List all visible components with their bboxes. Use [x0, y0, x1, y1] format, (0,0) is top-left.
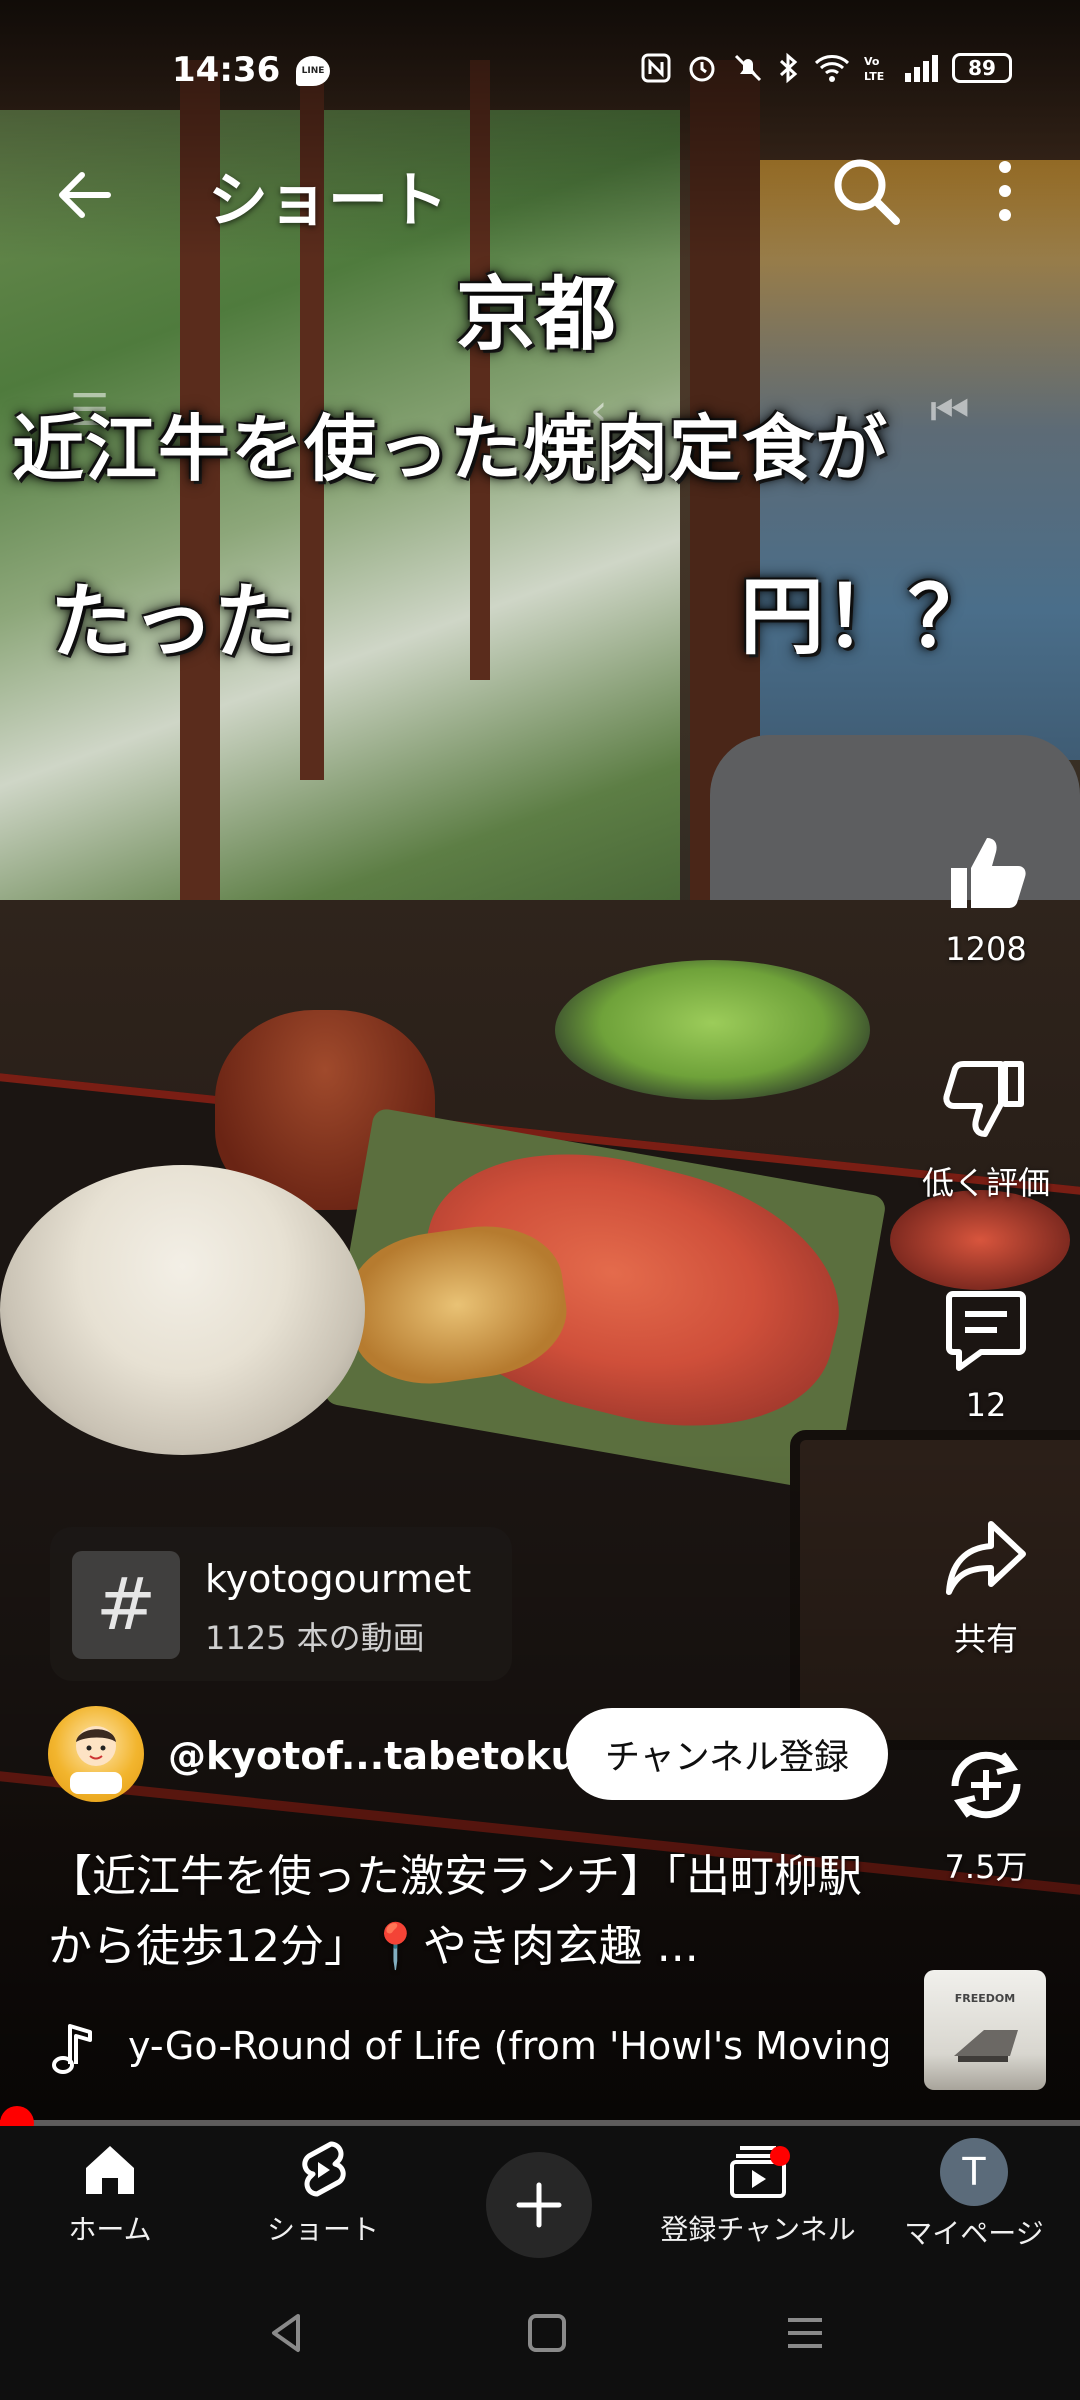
share-arrow-icon: [946, 1521, 1026, 1595]
ghost-skip-icon: ⏮: [930, 385, 970, 436]
battery-icon: 89: [952, 53, 1012, 83]
nav-mypage[interactable]: T マイページ: [894, 2138, 1054, 2252]
nav-subscriptions-label: 登録チャンネル: [660, 2213, 856, 2246]
bluetooth-icon: [779, 52, 798, 84]
remix-icon: [951, 1751, 1021, 1819]
comments-button[interactable]: 12: [906, 1284, 1066, 1424]
nav-home[interactable]: ホーム: [40, 2138, 180, 2248]
video-caption-price: 円！？: [740, 567, 993, 666]
status-bar: 14:36 LINE Vo LTE 89: [0, 0, 1080, 120]
alarm-icon: [689, 56, 715, 82]
shorts-icon: [302, 2141, 346, 2197]
dislike-button[interactable]: 低く評価: [906, 1056, 1066, 1204]
profile-avatar: T: [940, 2138, 1008, 2206]
video-description[interactable]: 【近江牛を使った激安ランチ】「出町柳駅から徒歩12分」📍やき肉玄趣 ...: [48, 1842, 888, 1982]
new-content-dot: [770, 2146, 790, 2166]
thumbs-down-icon: [943, 1061, 1024, 1137]
hashtag-video-count: 1125 本の動画: [205, 1619, 425, 1657]
svg-text:LTE: LTE: [864, 70, 884, 83]
music-title[interactable]: y-Go-Round of Life (from 'Howl's Moving: [128, 2024, 888, 2068]
system-recents-icon[interactable]: [780, 2308, 830, 2358]
nfc-icon: [641, 53, 671, 83]
share-button[interactable]: 共有: [906, 1512, 1066, 1660]
kimchi-dish: [890, 1190, 1070, 1290]
system-navigation-bar: [0, 2266, 1080, 2400]
remix-button[interactable]: 7.5万: [906, 1740, 1066, 1888]
bottom-navigation: ホーム ショート 登録チャンネル T マイページ: [0, 2126, 1080, 2266]
video-caption-only: たった: [50, 574, 297, 670]
plus-icon: [516, 2182, 562, 2228]
wifi-icon: [814, 55, 850, 82]
music-note-icon: [52, 2024, 92, 2074]
like-count: 1208: [945, 930, 1027, 968]
remix-count: 7.5万: [944, 1848, 1028, 1886]
salad-bowl: [555, 960, 870, 1100]
battery-level: 89: [968, 56, 996, 80]
mute-icon: [734, 54, 762, 82]
nav-subscriptions[interactable]: 登録チャンネル: [648, 2138, 868, 2248]
video-caption-city: 京都: [456, 267, 616, 361]
nav-shorts-label: ショート: [266, 2213, 379, 2246]
nav-shorts[interactable]: ショート: [248, 2138, 398, 2248]
hashtag-icon: #: [72, 1551, 180, 1659]
search-icon[interactable]: [830, 155, 902, 227]
avatar-illustration-icon: [70, 1726, 122, 1794]
svg-text:Vo: Vo: [864, 55, 880, 68]
subscribe-button[interactable]: チャンネル登録: [566, 1708, 888, 1800]
more-vert-icon[interactable]: [990, 155, 1020, 227]
piano-icon: [954, 2030, 1018, 2062]
hashtag-name: kyotogourmet: [205, 1557, 472, 1601]
signal-icon: [905, 55, 938, 82]
thumbs-up-icon: [951, 838, 1026, 908]
volte-icon: Vo LTE: [864, 55, 884, 83]
channel-handle[interactable]: @kyotof...tabetoku: [168, 1734, 578, 1778]
system-back-icon[interactable]: [262, 2308, 312, 2358]
page-title: ショート: [208, 166, 448, 236]
nav-home-label: ホーム: [68, 2213, 152, 2246]
hashtag-card[interactable]: # kyotogourmet 1125 本の動画: [50, 1527, 512, 1681]
album-thumbnail[interactable]: FREEDOM: [924, 1970, 1046, 2090]
create-button[interactable]: [486, 2152, 592, 2258]
status-time: 14:36: [172, 50, 281, 90]
status-icons: Vo LTE 89: [640, 52, 1012, 84]
comment-count: 12: [965, 1386, 1007, 1424]
video-caption-headline: 近江牛を使った焼肉定食が: [12, 406, 889, 491]
share-label: 共有: [953, 1620, 1018, 1658]
like-button[interactable]: 1208: [906, 828, 1066, 968]
system-home-icon[interactable]: [522, 2308, 572, 2358]
line-notification-icon: LINE: [296, 56, 330, 86]
back-arrow-icon[interactable]: [50, 160, 120, 230]
channel-avatar[interactable]: [48, 1706, 144, 1802]
comment-icon: [946, 1291, 1026, 1371]
dislike-label: 低く評価: [921, 1164, 1050, 1202]
home-icon: [86, 2146, 134, 2194]
nav-mypage-label: マイページ: [904, 2217, 1044, 2250]
rice-bowl: [0, 1165, 365, 1455]
